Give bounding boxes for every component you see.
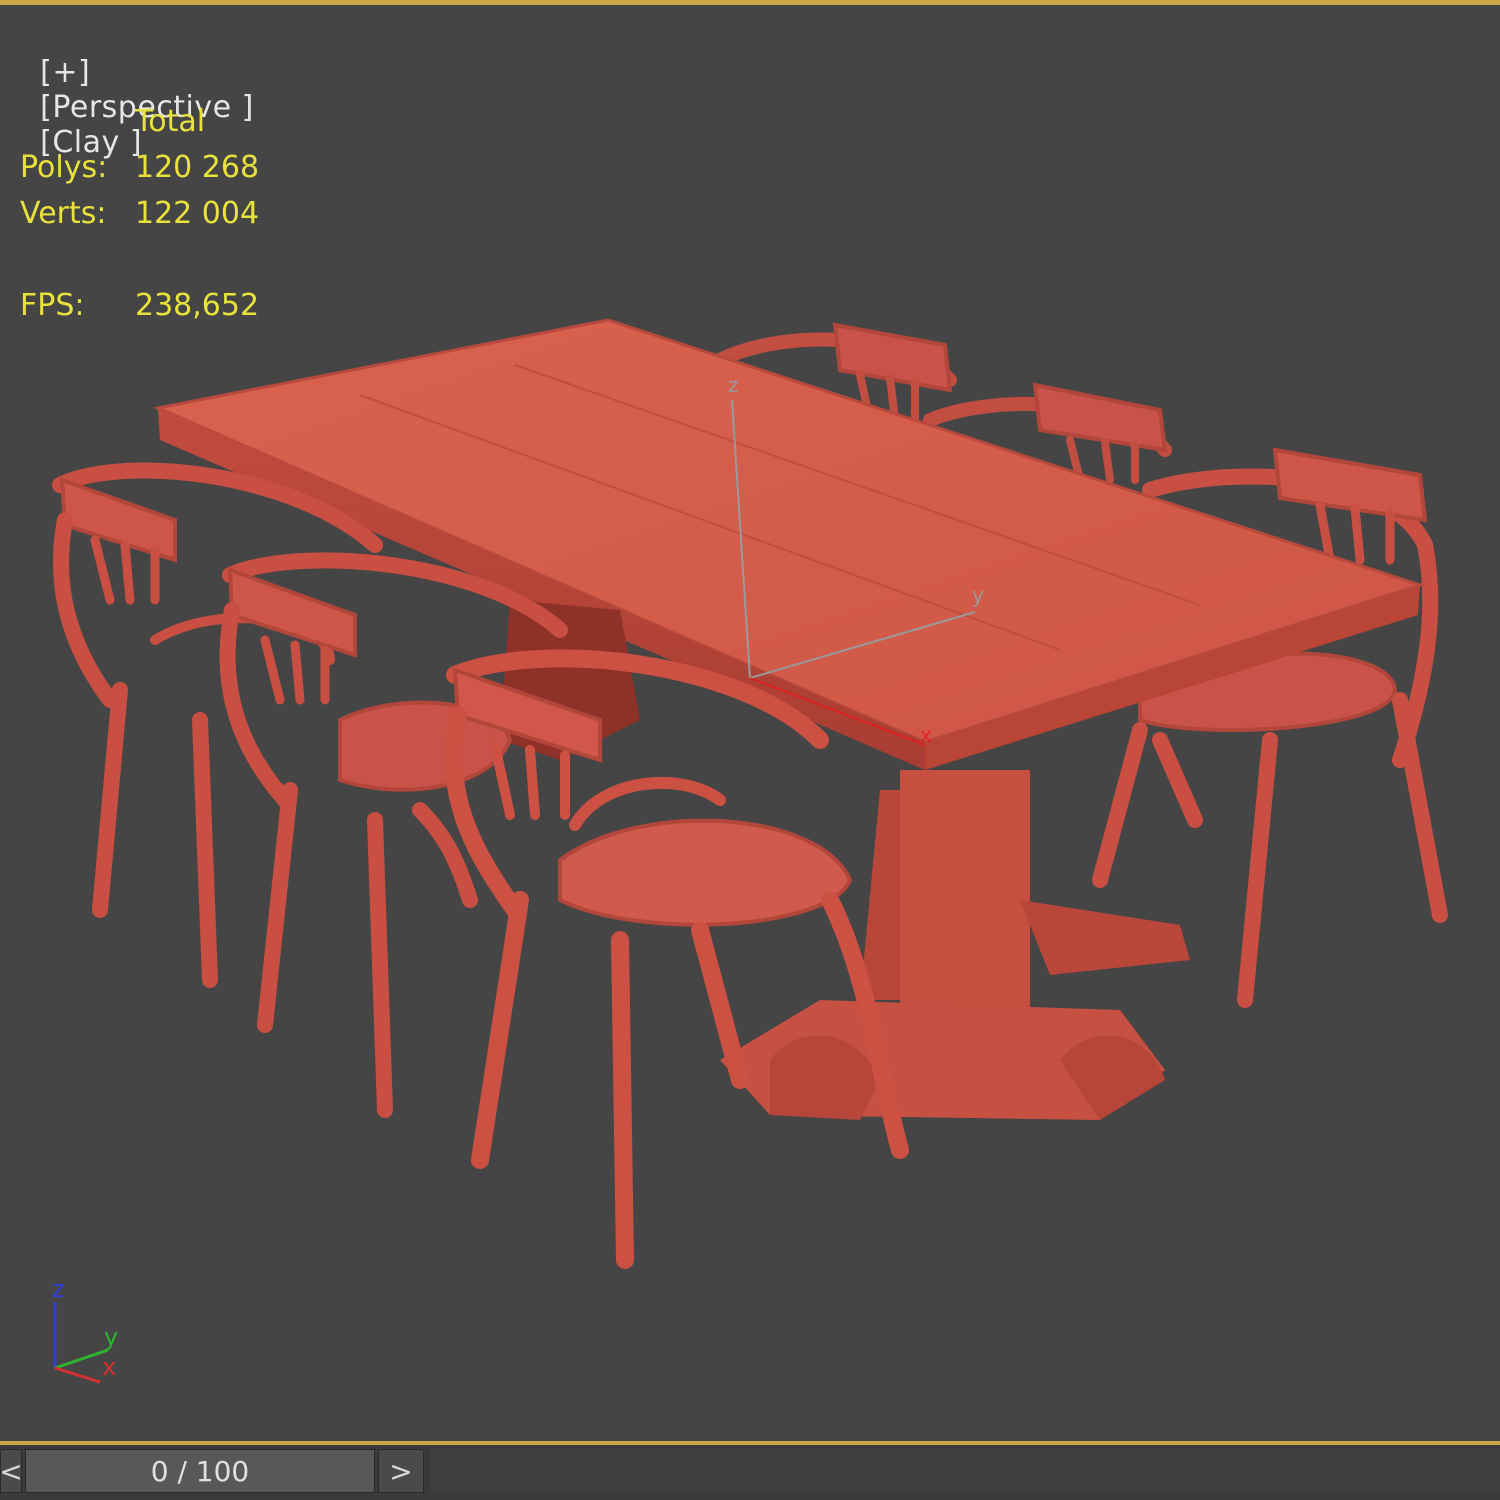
viewcube-axis-tripod-icon: z y x — [52, 1275, 118, 1384]
chair-left-1 — [52, 462, 383, 988]
gizmo-z-label: z — [728, 373, 739, 397]
tripod-z-label: z — [52, 1275, 65, 1303]
time-slider[interactable]: 0 / 100 — [25, 1449, 375, 1493]
gizmo-y-label: y — [972, 583, 984, 607]
next-frame-button[interactable]: > — [378, 1449, 424, 1493]
tripod-y-label: y — [104, 1323, 118, 1351]
perspective-viewport[interactable]: [+] [Perspective ] [Clay ] Total Polys: … — [0, 0, 1500, 1445]
gizmo-x-label: x — [920, 723, 932, 747]
tripod-x-label: x — [102, 1353, 116, 1381]
timeline-track[interactable] — [430, 1449, 1500, 1493]
time-slider-bar: < 0 / 100 > — [0, 1445, 1500, 1500]
previous-frame-button[interactable]: < — [0, 1449, 23, 1493]
chair-front — [444, 649, 909, 1269]
clay-model-scene[interactable]: z y x z y x — [0, 0, 1500, 1444]
